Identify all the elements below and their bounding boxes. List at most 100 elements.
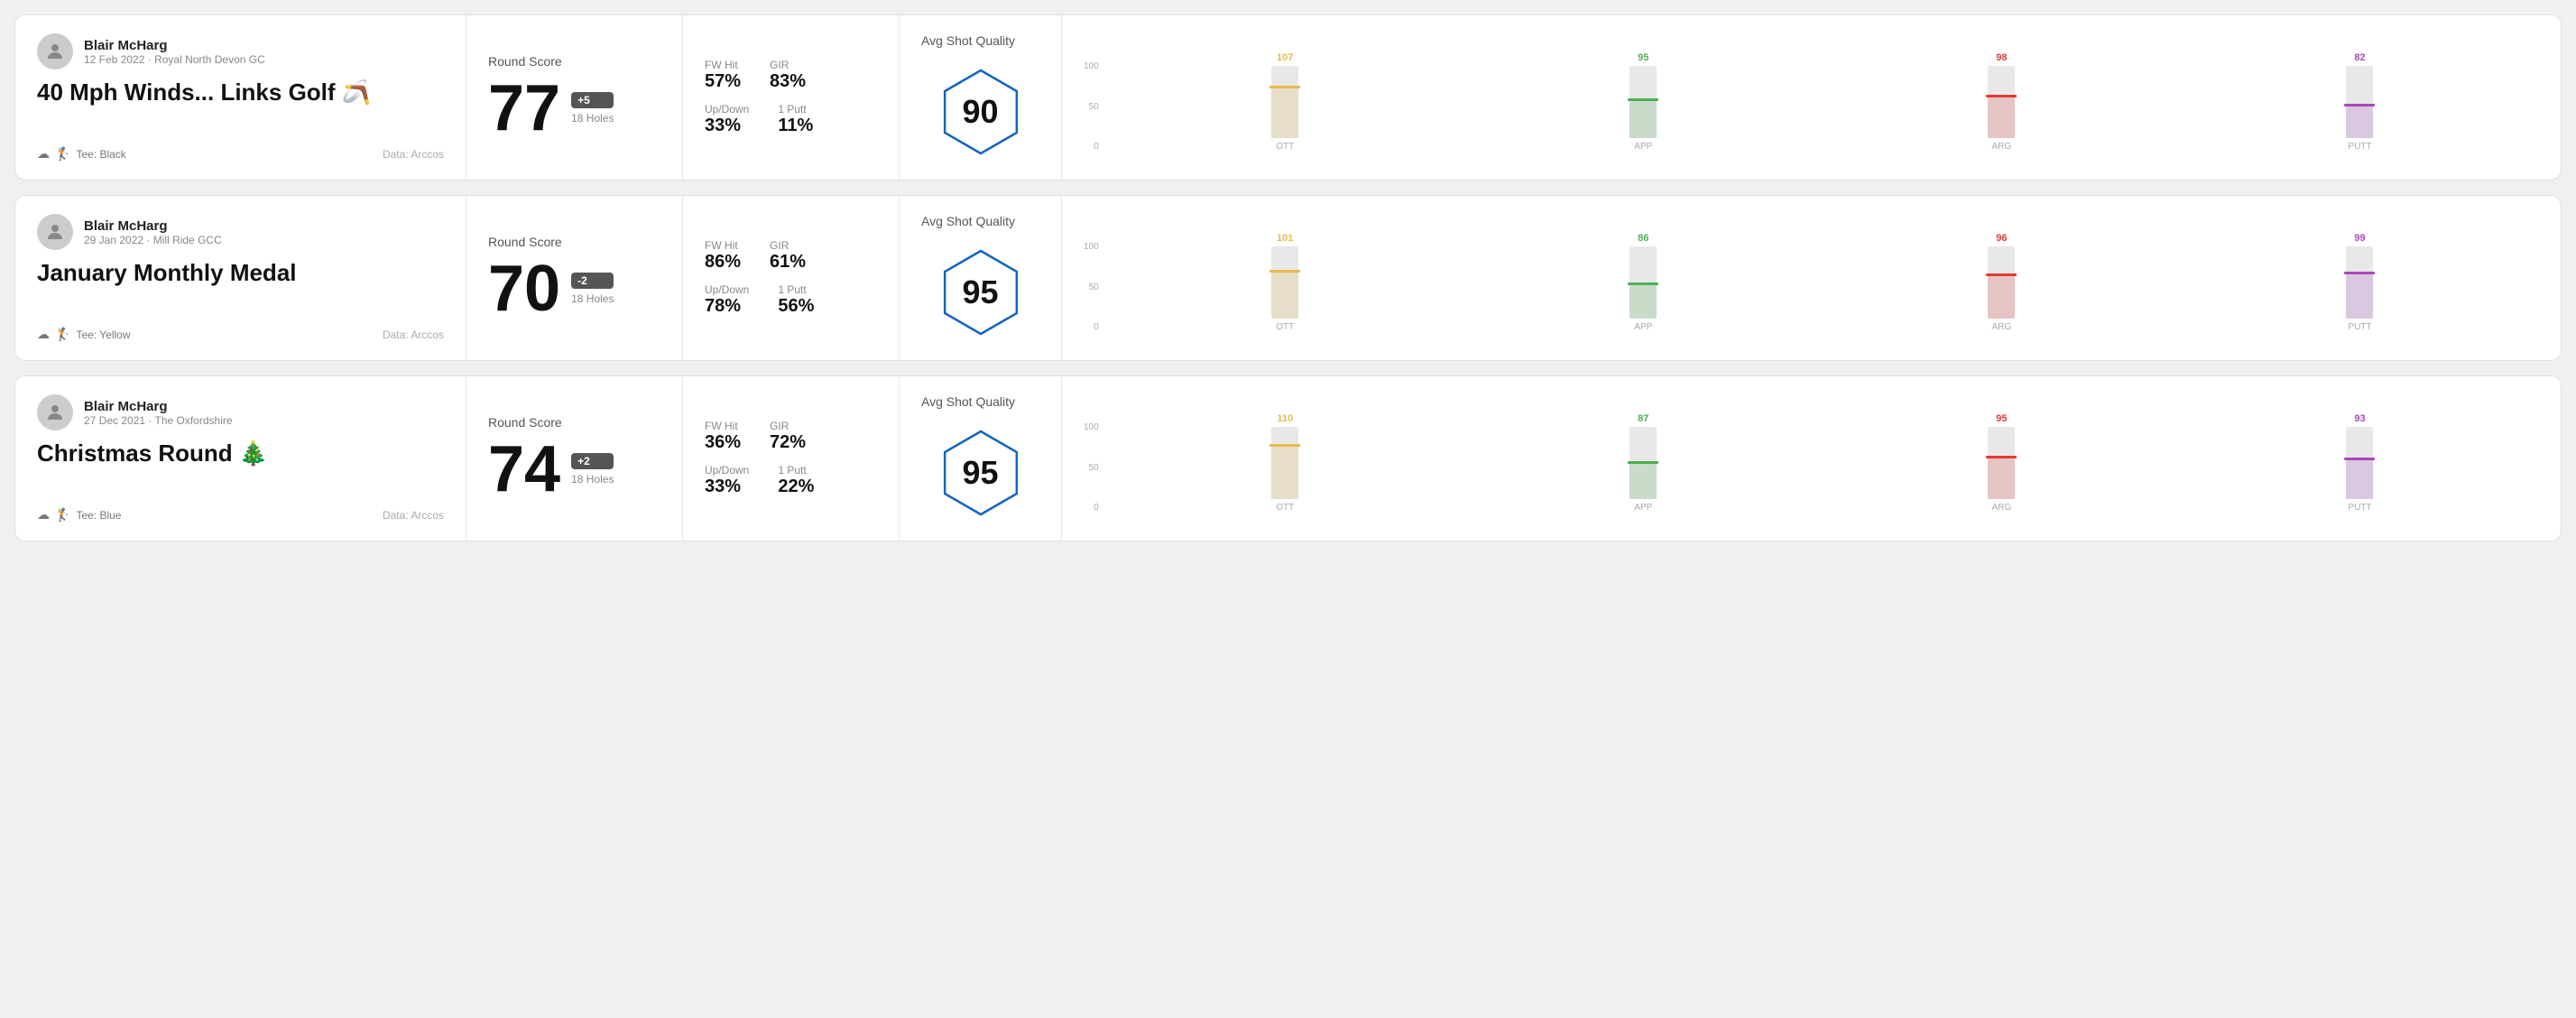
stat-updown-value-3: 33% (705, 477, 749, 497)
user-row-2: Blair McHarg 29 Jan 2022 · Mill Ride GCC (37, 214, 444, 250)
score-badge-2: -2 (571, 273, 614, 289)
stat-fw-hit-label-3: FW Hit (705, 420, 741, 432)
chart-group-app: 95 APP (1464, 52, 1823, 152)
wind-icon: 🏌 (55, 146, 70, 162)
score-detail-1: +5 18 Holes (571, 92, 614, 125)
avatar-1 (37, 33, 73, 69)
stats-row-bottom-3: Up/Down 33% 1 Putt 22% (705, 464, 877, 497)
user-row-1: Blair McHarg 12 Feb 2022 · Royal North D… (37, 33, 444, 69)
chart-bar-fill (1271, 86, 1298, 138)
score-label-2: Round Score (488, 235, 660, 249)
chart-bar-bg (1271, 427, 1298, 499)
stat-oneputt-value-3: 22% (778, 477, 814, 497)
chart-y-label-100: 100 (1084, 422, 1099, 432)
user-icon (44, 402, 66, 423)
chart-y-label-0: 0 (1084, 322, 1099, 332)
data-source-1: Data: Arccos (383, 148, 444, 161)
score-number-2: 70 (488, 256, 560, 321)
stat-gir-label-3: GIR (770, 420, 806, 432)
user-info-2: Blair McHarg 29 Jan 2022 · Mill Ride GCC (84, 218, 222, 246)
stat-gir-label-2: GIR (770, 239, 806, 252)
score-badge-1: +5 (571, 92, 614, 108)
tee-label-1: Tee: Black (76, 148, 125, 161)
tee-info-2: ☁ 🏌 Tee: Yellow (37, 327, 130, 342)
chart-bar-bg (1988, 427, 2015, 499)
chart-bar-bg (1988, 246, 2015, 319)
chart-group-ott: 107 OTT (1106, 52, 1464, 152)
chart-y-label-50: 50 (1084, 282, 1099, 292)
chart-bar-bg (2346, 246, 2373, 319)
chart-bar-bg (2346, 427, 2373, 499)
user-meta-2: 29 Jan 2022 · Mill Ride GCC (84, 234, 222, 246)
chart-group-ott: 110 OTT (1106, 413, 1464, 513)
card-left-3: Blair McHarg 27 Dec 2021 · The Oxfordshi… (15, 376, 466, 541)
chart-bar-fill (1988, 273, 2015, 319)
round-title-3: Christmas Round 🎄 (37, 440, 444, 467)
chart-bar-fill (1630, 282, 1657, 319)
card-left-1: Blair McHarg 12 Feb 2022 · Royal North D… (15, 15, 466, 180)
chart-bar-value: 101 (1277, 233, 1293, 244)
stat-gir-value-2: 61% (770, 252, 806, 273)
score-detail-2: -2 18 Holes (571, 273, 614, 305)
chart-bar-fill (1630, 98, 1657, 138)
chart-group-putt: 82 PUTT (2181, 52, 2539, 152)
cloud-icon: ☁ (37, 327, 50, 342)
stat-fw-hit-label-1: FW Hit (705, 59, 741, 71)
chart-bar-line (2344, 272, 2375, 274)
chart-x-label: OTT (1276, 322, 1294, 332)
stat-fw-hit-value-2: 86% (705, 252, 741, 273)
user-icon (44, 41, 66, 62)
chart-bar-value: 87 (1638, 413, 1648, 424)
card-quality-3: Avg Shot Quality 95 (900, 376, 1062, 541)
chart-x-label: APP (1634, 142, 1652, 152)
round-title-1: 40 Mph Winds... Links Golf 🪃 (37, 79, 444, 106)
user-meta-1: 12 Feb 2022 · Royal North Devon GC (84, 53, 265, 66)
user-info-1: Blair McHarg 12 Feb 2022 · Royal North D… (84, 38, 265, 66)
stats-row-top-2: FW Hit 86% GIR 61% (705, 239, 877, 273)
chart-bar-bg (2346, 66, 2373, 138)
score-badge-3: +2 (571, 453, 614, 469)
stat-updown-label-3: Up/Down (705, 464, 749, 477)
chart-y-label-0: 0 (1084, 503, 1099, 513)
score-number-1: 77 (488, 76, 560, 141)
stat-oneputt-2: 1 Putt 56% (778, 283, 814, 317)
stat-fw-hit-label-2: FW Hit (705, 239, 741, 252)
chart-bar-wrapper (1464, 246, 1823, 319)
stat-oneputt-label-1: 1 Putt (778, 103, 813, 116)
card-score-2: Round Score 70 -2 18 Holes (466, 196, 683, 360)
round-card-1: Blair McHarg 12 Feb 2022 · Royal North D… (14, 14, 2562, 180)
card-chart-1: 100 50 0 107 OTT 95 (1062, 15, 2561, 180)
chart-group-ott: 101 OTT (1106, 233, 1464, 332)
chart-bar-wrapper (2181, 427, 2539, 499)
stat-gir-value-3: 72% (770, 432, 806, 453)
chart-bar-value: 86 (1638, 233, 1648, 244)
chart-bar-bg (1271, 66, 1298, 138)
card-score-3: Round Score 74 +2 18 Holes (466, 376, 683, 541)
chart-bars: 100 50 0 101 OTT 86 (1084, 224, 2539, 332)
score-holes-1: 18 Holes (571, 112, 614, 125)
score-main-2: 70 -2 18 Holes (488, 256, 660, 321)
stat-updown-3: Up/Down 33% (705, 464, 749, 497)
quality-label-3: Avg Shot Quality (921, 394, 1015, 409)
cloud-icon: ☁ (37, 146, 50, 162)
chart-group-arg: 98 ARG (1823, 52, 2181, 152)
round-card-3: Blair McHarg 27 Dec 2021 · The Oxfordshi… (14, 375, 2562, 541)
score-holes-2: 18 Holes (571, 292, 614, 305)
stat-updown-value-2: 78% (705, 296, 749, 317)
stat-gir-label-1: GIR (770, 59, 806, 71)
chart-bar-line (1270, 86, 1300, 88)
score-detail-3: +2 18 Holes (571, 453, 614, 486)
stat-fw-hit-1: FW Hit 57% (705, 59, 741, 92)
chart-bar-value: 98 (1996, 52, 2007, 63)
chart-y-label-100: 100 (1084, 242, 1099, 252)
chart-bar-line (1628, 282, 1658, 285)
stat-fw-hit-2: FW Hit 86% (705, 239, 741, 273)
chart-y-axis: 100 50 0 (1084, 242, 1099, 332)
score-label-1: Round Score (488, 54, 660, 69)
wind-icon: 🏌 (55, 507, 70, 523)
card-footer-2: ☁ 🏌 Tee: Yellow Data: Arccos (37, 327, 444, 342)
user-name-2: Blair McHarg (84, 218, 222, 234)
chart-bar-wrapper (1106, 427, 1464, 499)
chart-bar-line (1270, 270, 1300, 273)
stat-oneputt-value-1: 11% (778, 116, 813, 136)
